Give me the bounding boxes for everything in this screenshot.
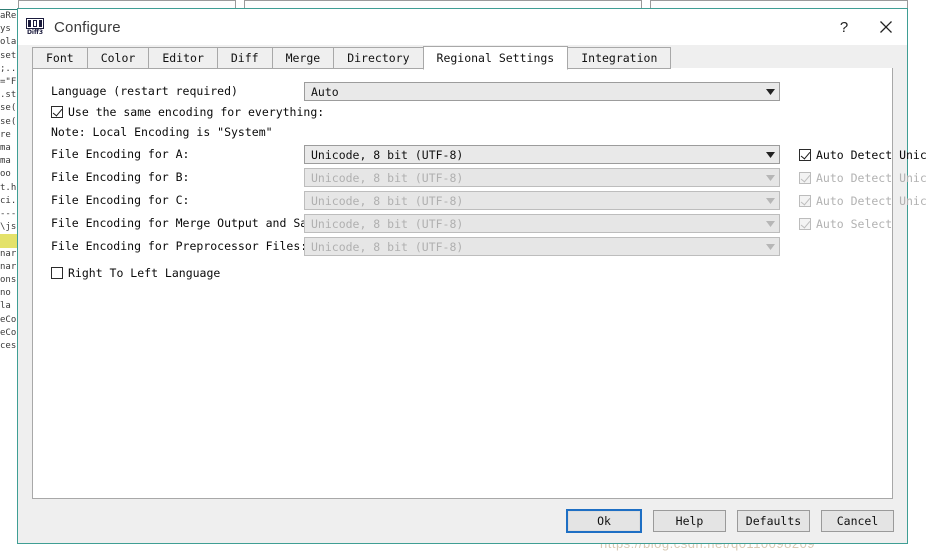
tab-font[interactable]: Font (32, 47, 88, 69)
defaults-button[interactable]: Defaults (737, 510, 810, 532)
encoding-value: Unicode, 8 bit (UTF-8) (311, 147, 464, 162)
side-checkbox-label: Auto Detect Unicode (816, 148, 926, 162)
side-checkbox: Auto Detect Unicode (799, 169, 926, 188)
close-icon[interactable] (865, 9, 907, 45)
same-encoding-checkbox[interactable]: Use the same encoding for everything: (51, 103, 324, 123)
encoding-value: Unicode, 8 bit (UTF-8) (311, 216, 464, 231)
chevron-down-icon (762, 146, 779, 163)
ok-button[interactable]: Ok (566, 509, 642, 533)
encoding-value: Unicode, 8 bit (UTF-8) (311, 239, 464, 254)
encoding-row: File Encoding for Preprocessor Files: Uni… (33, 235, 892, 258)
language-value: Auto (311, 84, 339, 99)
encoding-combobox: Unicode, 8 bit (UTF-8) (304, 191, 780, 210)
chevron-down-icon (762, 215, 779, 232)
tab-label: Directory (347, 51, 410, 65)
encoding-row: File Encoding for B: Unicode, 8 bit (UTF-… (33, 166, 926, 189)
tab-label: Editor (162, 51, 204, 65)
background-code-gutter: aRe ys ola set;.. ="F .st se(se(re ma ma oo t.h ci.… (0, 10, 17, 544)
dialog-title: Configure (54, 18, 121, 36)
side-checkbox: Auto Detect Unicode (799, 192, 926, 211)
rtl-row: Right To Left Language (33, 262, 892, 284)
checkbox-box (799, 172, 811, 184)
chevron-down-icon (762, 83, 779, 100)
checkbox-box (799, 149, 811, 161)
local-encoding-note-row: Note: Local Encoding is "System" (33, 121, 892, 143)
encoding-label: File Encoding for Preprocessor Files: (51, 239, 308, 253)
help-question-icon[interactable]: ? (823, 9, 865, 45)
same-encoding-label: Use the same encoding for everything: (68, 105, 325, 119)
tab-regional-settings[interactable]: Regional Settings (422, 46, 569, 70)
encoding-label: File Encoding for A: (51, 147, 190, 161)
app-icon-label: Diff3 (26, 29, 44, 36)
chevron-down-icon (762, 169, 779, 186)
background-bottom-edge (0, 544, 926, 552)
encoding-label: File Encoding for Merge Output and Savin… (51, 216, 342, 230)
cancel-button[interactable]: Cancel (821, 510, 894, 532)
tab-content-panel: Language (restart required) Auto Use the… (32, 68, 926, 499)
tab-integration[interactable]: Integration (567, 47, 672, 69)
configure-dialog: Diff3 Configure ? Font Color Editor Diff Mer… (17, 8, 926, 544)
encoding-combobox: Unicode, 8 bit (UTF-8) (304, 168, 780, 187)
side-checkbox[interactable]: Auto Detect Unicode (799, 146, 926, 165)
encoding-combobox: Unicode, 8 bit (UTF-8) (304, 237, 780, 256)
help-button[interactable]: Help (653, 510, 726, 532)
encoding-label: File Encoding for C: (51, 193, 190, 207)
rtl-label: Right To Left Language (68, 266, 221, 280)
side-checkbox: Auto Select (799, 215, 892, 234)
encoding-value: Unicode, 8 bit (UTF-8) (311, 193, 464, 208)
language-combobox[interactable]: Auto (304, 82, 780, 101)
settings-tabstrip: Font Color Editor Diff Merge Directory Regiona… (18, 45, 907, 70)
language-row: Language (restart required) Auto (33, 80, 892, 103)
tab-label: Integration (581, 51, 658, 65)
tab-label: Regional Settings (436, 51, 555, 65)
tab-diff[interactable]: Diff (216, 47, 273, 69)
tab-label: Merge (285, 51, 321, 65)
encoding-row: File Encoding for Merge Output and Savin… (33, 212, 892, 235)
ok-button-label: Ok (568, 511, 640, 531)
language-label: Language (restart required) (51, 84, 238, 98)
encoding-rows-container: File Encoding for A: Unicode, 8 bit (UTF-… (33, 143, 926, 258)
tab-label: Diff (230, 51, 259, 65)
checkbox-box (51, 267, 63, 279)
tab-editor[interactable]: Editor (148, 47, 218, 69)
checkbox-box (799, 218, 811, 230)
encoding-combobox[interactable]: Unicode, 8 bit (UTF-8) (304, 145, 780, 164)
encoding-row: File Encoding for C: Unicode, 8 bit (UTF-… (33, 189, 926, 212)
side-checkbox-label: Auto Detect Unicode (816, 171, 926, 185)
encoding-value: Unicode, 8 bit (UTF-8) (311, 170, 464, 185)
tab-label: Color (100, 51, 136, 65)
dialog-titlebar: Diff3 Configure ? (18, 9, 907, 45)
tab-color[interactable]: Color (86, 47, 150, 69)
tab-merge[interactable]: Merge (271, 47, 335, 69)
dialog-footer: Ok Help Defaults Cancel (18, 499, 907, 543)
chevron-down-icon (762, 238, 779, 255)
checkbox-box (799, 195, 811, 207)
side-checkbox-label: Auto Select (816, 217, 893, 231)
tab-directory[interactable]: Directory (333, 47, 424, 69)
diff3-app-icon: Diff3 (26, 18, 44, 36)
encoding-label: File Encoding for B: (51, 170, 190, 184)
encoding-row: File Encoding for A: Unicode, 8 bit (UTF-… (33, 143, 926, 166)
rtl-checkbox[interactable]: Right To Left Language (51, 262, 220, 286)
same-encoding-row: Use the same encoding for everything: (33, 103, 892, 121)
tab-label: Font (46, 51, 74, 65)
local-encoding-note: Note: Local Encoding is "System" (51, 125, 273, 139)
encoding-combobox: Unicode, 8 bit (UTF-8) (304, 214, 780, 233)
titlebar-buttons: ? (823, 9, 907, 45)
checkbox-box (51, 106, 63, 118)
chevron-down-icon (762, 192, 779, 209)
side-checkbox-label: Auto Detect Unicode (816, 194, 926, 208)
